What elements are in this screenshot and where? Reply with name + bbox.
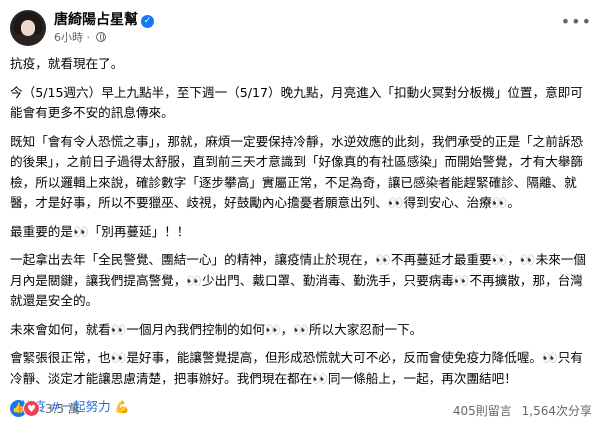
reaction-count: 3.5 萬 bbox=[45, 402, 80, 416]
verified-badge-icon: ✓ bbox=[141, 15, 154, 28]
post-paragraph: 一起拿出去年「全民警覺、團結一心」的精神，讓疫情止於現在，👀不再蔓延才最重要👀，… bbox=[10, 252, 586, 308]
avatar[interactable] bbox=[10, 10, 46, 46]
post-body: 抗疫，就看現在了。 今（5/15週六）早上九點半，至下週一（5/17）晚九點，月… bbox=[10, 54, 595, 422]
shares-count[interactable]: 1,564次分享 bbox=[522, 404, 592, 418]
post-time[interactable]: 6小時 bbox=[54, 31, 83, 44]
post-paragraph: 最重要的是👀「別再蔓延」！！ bbox=[10, 223, 190, 239]
avatar-face bbox=[21, 20, 35, 36]
post-paragraph: 會緊張很正常，也👀是好事，能讓警覺提高，但形成恐慌就大可不必，反而會使免疫力降低… bbox=[10, 350, 583, 386]
author-name[interactable]: 唐綺陽占星幫 bbox=[54, 12, 138, 28]
engagement-counts: 405則留言 1,564次分享 bbox=[447, 402, 592, 419]
post-header: 唐綺陽占星幫 ✓ 6小時 · ••• bbox=[10, 6, 598, 46]
post-footer: 👍 ♥ 3.5 萬 405則留言 1,564次分享 bbox=[10, 398, 600, 422]
globe-icon bbox=[95, 32, 106, 42]
post-paragraph: 未來會如何，就看👀一個月內我們控制的如何👀，👀所以大家忍耐一下。 bbox=[10, 321, 423, 337]
post-paragraph: 既知「會有令人恐慌之事」，那就，麻煩一定要保持冷靜，水逆效應的此刻，我們承受的正… bbox=[10, 133, 584, 211]
post-paragraph: 抗疫，就看現在了。 bbox=[10, 56, 124, 71]
comments-count[interactable]: 405則留言 bbox=[453, 404, 512, 418]
reactions-summary[interactable]: 👍 ♥ 3.5 萬 bbox=[10, 400, 80, 417]
post-paragraph: 今（5/15週六）早上九點半，至下週一（5/17）晚九點，月亮進入「扣動火冥對分… bbox=[10, 84, 583, 121]
heart-icon: ♥ bbox=[23, 400, 40, 417]
post-meta: 6小時 · bbox=[54, 29, 106, 45]
author-name-row: 唐綺陽占星幫 ✓ bbox=[54, 9, 154, 29]
more-options-icon[interactable]: ••• bbox=[561, 12, 592, 31]
meta-separator: · bbox=[86, 31, 91, 44]
